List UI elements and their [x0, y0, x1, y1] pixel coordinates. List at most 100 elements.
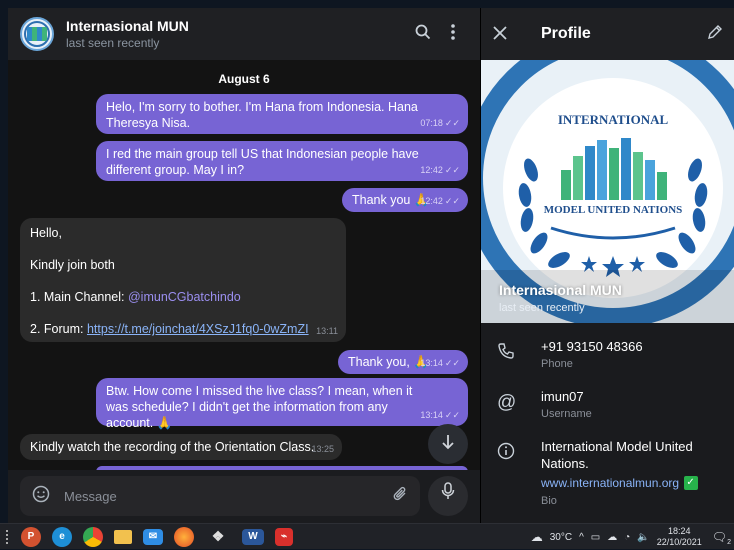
edge-icon[interactable]: e: [52, 526, 72, 547]
check-mark-icon: ✓: [683, 475, 698, 490]
chevron-up-icon[interactable]: ^: [579, 532, 584, 543]
microphone-icon: [441, 482, 455, 499]
message-incoming[interactable]: Kindly watch the recording of the Orient…: [20, 434, 342, 460]
more-vertical-icon[interactable]: [438, 23, 468, 45]
firefox-icon[interactable]: [174, 526, 194, 547]
profile-username-row[interactable]: @ imun07 Username: [481, 388, 734, 420]
chat-title-block[interactable]: Internasional MUN last seen recently: [66, 18, 408, 50]
message-outgoing[interactable]: Thank you 🙏 12:42 ✓✓: [342, 188, 468, 212]
message-time: 13:14 ✓✓: [420, 355, 460, 371]
time-label: 13:25: [311, 444, 334, 454]
forum-invite-link[interactable]: https://t.me/joinchat/4XSzJ1fq0-0wZmZI: [87, 322, 309, 336]
attach-icon[interactable]: [392, 485, 408, 508]
search-icon[interactable]: [408, 24, 438, 45]
message-text: I red the main group tell US that Indone…: [106, 147, 419, 177]
message-time: 07:18 ✓✓: [420, 115, 460, 131]
weather-cloud-icon[interactable]: ☁: [531, 530, 543, 544]
close-icon[interactable]: [493, 24, 521, 45]
profile-phone-row[interactable]: +91 93150 48366 Phone: [481, 338, 734, 370]
profile-header: Profile: [481, 8, 734, 60]
voice-record-button[interactable]: [428, 476, 468, 516]
message-outgoing[interactable]: Thank you, 🙏 13:14 ✓✓: [338, 350, 468, 374]
chat-title: Internasional MUN: [66, 18, 189, 34]
chat-avatar[interactable]: [20, 17, 54, 51]
chat-header[interactable]: Internasional MUN last seen recently: [8, 8, 480, 60]
pdf-reader-icon[interactable]: ⌁: [275, 527, 293, 546]
phone-text: +91 93150 48366 Phone: [541, 338, 643, 370]
forum-label: 2. Forum:: [30, 322, 87, 336]
date-separator: August 6: [218, 72, 270, 86]
onedrive-cloud-icon[interactable]: ☁: [607, 532, 617, 543]
website-link[interactable]: www.internationalmun.org: [541, 476, 679, 490]
powerpoint-icon[interactable]: P: [21, 526, 41, 547]
time-label: 13:14: [420, 410, 443, 420]
logo-text-middle: MODEL UNITED NATIONS: [544, 204, 683, 216]
message-outgoing[interactable]: Btw. How come I missed the live class? I…: [96, 378, 468, 430]
username-value: imun07: [541, 389, 584, 404]
phone-number: +91 93150 48366: [541, 339, 643, 354]
username-text: imun07 Username: [541, 388, 592, 420]
username-label: Username: [541, 408, 592, 420]
clock-date: 22/10/2021: [656, 537, 702, 547]
time-label: 13:11: [316, 326, 338, 336]
clock-time: 18:24: [667, 526, 691, 536]
volume-icon[interactable]: 🔈: [637, 532, 649, 543]
word-icon[interactable]: W: [242, 528, 264, 545]
network-icon[interactable]: ◔: [624, 532, 630, 543]
message-greeting: Hello,: [30, 226, 62, 240]
double-check-icon: ✓✓: [444, 118, 460, 128]
profile-photo[interactable]: INTERNATIONAL MODEL UNITED NATIONS Inter…: [481, 60, 734, 323]
message-time: 12:42 ✓✓: [420, 162, 460, 178]
notification-center-icon[interactable]: 🗨 2: [712, 530, 731, 546]
edit-pencil-icon[interactable]: [707, 24, 723, 45]
message-text: Btw. How come I missed the live class? I…: [106, 384, 413, 430]
time-label: 07:18: [420, 118, 443, 128]
profile-title: Profile: [541, 25, 591, 42]
scroll-down-button[interactable]: [428, 424, 468, 464]
dropbox-icon[interactable]: ❖: [205, 527, 231, 547]
message-text: Helo, I'm sorry to bother. I'm Hana from…: [106, 100, 418, 130]
message-line: 1. Main Channel: @imunCGbatchindo: [30, 289, 336, 305]
profile-pane: Profile INTERNATIONAL MODEL UNITED NATIO…: [480, 8, 734, 523]
time-label: 12:42: [420, 196, 443, 206]
channel-mention-link[interactable]: @imunCGbatchindo: [128, 290, 241, 304]
message-outgoing[interactable]: Helo, I'm sorry to bother. I'm Hana from…: [96, 94, 468, 134]
profile-name: Internasional MUN: [499, 282, 622, 298]
clock[interactable]: 18:24 22/10/2021: [657, 526, 702, 548]
double-check-icon: ✓✓: [444, 196, 460, 206]
taskbar-edge: [6, 529, 10, 544]
phone-icon: [497, 342, 523, 370]
battery-icon[interactable]: ▭: [591, 532, 600, 543]
logo-text-top: INTERNATIONAL: [558, 112, 669, 127]
phone-label: Phone: [541, 358, 573, 370]
bio-value: International Model United Nations.: [541, 439, 693, 471]
at-sign-icon: @: [497, 392, 517, 413]
emoji-icon[interactable]: [32, 485, 54, 508]
notification-count: 2: [727, 539, 731, 546]
message-line: Kindly join both: [30, 258, 115, 272]
avatar-logo: [27, 27, 47, 41]
bio-link-line: www.internationalmun.org ✓: [541, 474, 716, 492]
chat-status: last seen recently: [66, 36, 160, 50]
chrome-icon[interactable]: [83, 526, 103, 547]
message-input[interactable]: [64, 488, 392, 504]
message-incoming[interactable]: Hello, Kindly join both 1. Main Channel:…: [20, 218, 346, 342]
windows-taskbar: P e ✉ ❖ W ⌁ ☁ 30°C ^ ▭ ☁ ◔ 🔈 18:24 22/10…: [0, 523, 734, 549]
profile-bio-row[interactable]: International Model United Nations. www.…: [481, 438, 734, 507]
bio-text: International Model United Nations. www.…: [541, 438, 716, 507]
bio-label: Bio: [541, 495, 557, 507]
mail-icon[interactable]: ✉: [143, 528, 163, 545]
profile-status: last seen recently: [499, 302, 585, 314]
message-input-box[interactable]: [20, 476, 420, 516]
temperature[interactable]: 30°C: [550, 532, 572, 543]
double-check-icon: ✓✓: [444, 358, 460, 368]
message-list[interactable]: August 6 Helo, I'm sorry to bother. I'm …: [8, 60, 480, 472]
arrow-down-icon: [442, 435, 454, 450]
message-outgoing[interactable]: I red the main group tell US that Indone…: [96, 141, 468, 181]
message-time: 13:14 ✓✓: [420, 407, 460, 423]
telegram-window: Internasional MUN last seen recently Aug…: [0, 0, 734, 523]
message-time: 12:42 ✓✓: [420, 193, 460, 209]
file-explorer-icon[interactable]: [114, 529, 132, 544]
system-tray: ☁ 30°C ^ ▭ ☁ ◔ 🔈 18:24 22/10/2021 🗨 2: [531, 524, 734, 550]
chat-pane: Internasional MUN last seen recently Aug…: [8, 8, 480, 523]
